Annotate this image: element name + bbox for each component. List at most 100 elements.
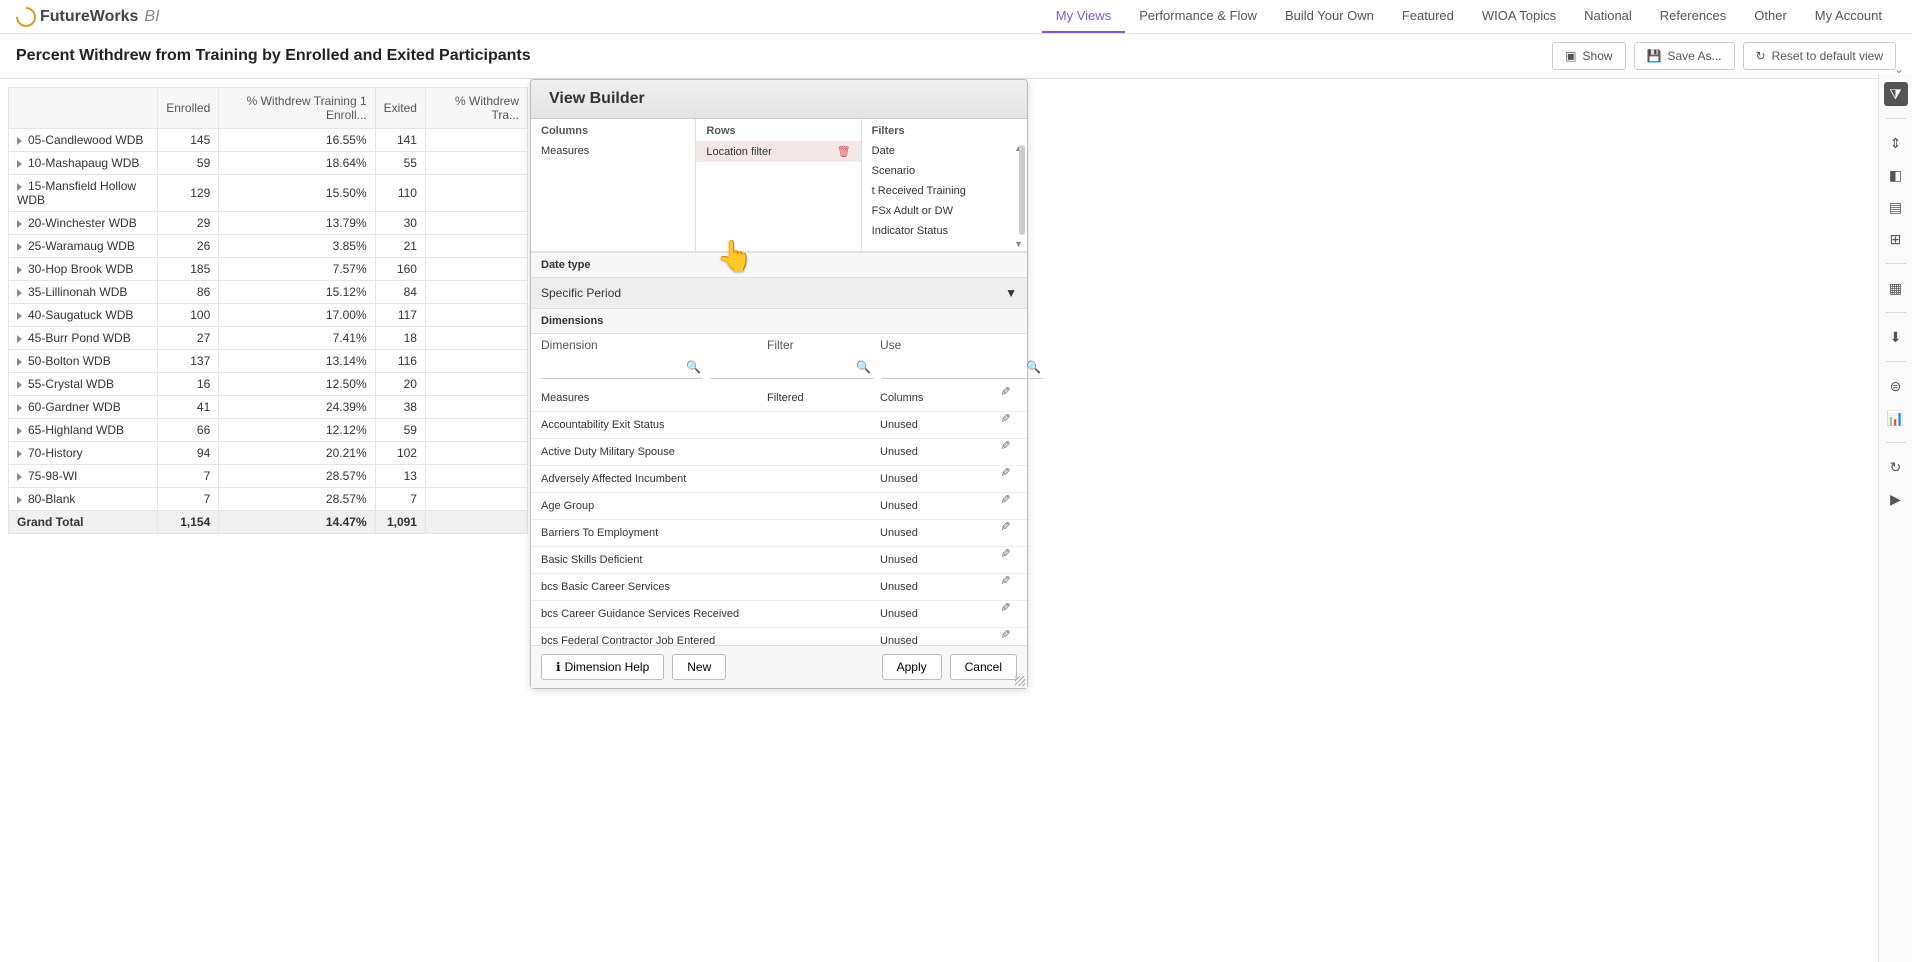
apply-button[interactable]: Apply — [882, 654, 942, 680]
expand-icon[interactable] — [17, 289, 22, 297]
table-row[interactable]: 30-Hop Brook WDB1857.57%160 — [9, 258, 528, 281]
scroll-down-icon[interactable]: ▼ — [1014, 239, 1023, 249]
dimension-row[interactable]: bcs Federal Contractor Job EnteredUnused… — [531, 628, 1027, 645]
table-row[interactable]: 75-98-WI728.57%13 — [9, 465, 528, 488]
cancel-button[interactable]: Cancel — [950, 654, 1017, 680]
filter-funnel-icon[interactable]: ⧩ — [1884, 82, 1908, 106]
edit-icon[interactable]: ✎ — [998, 575, 1012, 599]
filters-list[interactable]: ▲ DateScenariot Received TrainingFSx Adu… — [862, 141, 1027, 251]
collapse-icon[interactable]: ⇕ — [1884, 131, 1908, 155]
edit-icon[interactable]: ✎ — [998, 602, 1012, 626]
column-header[interactable]: % Withdrew Tra... — [425, 88, 527, 129]
chart-table-icon[interactable]: ▦ — [1884, 276, 1908, 300]
filters-item[interactable]: Indicator Status — [862, 221, 1027, 241]
expand-icon[interactable] — [17, 220, 22, 228]
dimension-row[interactable]: bcs Basic Career ServicesUnused✎ — [531, 574, 1027, 601]
table-row[interactable]: 40-Saugatuck WDB10017.00%117 — [9, 304, 528, 327]
reset-button[interactable]: ↻ Reset to default view — [1743, 42, 1896, 70]
edit-icon[interactable]: ✎ — [998, 521, 1012, 545]
table-row[interactable]: 10-Mashapaug WDB5918.64%55 — [9, 152, 528, 175]
expand-icon[interactable] — [17, 381, 22, 389]
edit-icon[interactable]: ✎ — [998, 494, 1012, 518]
edit-icon[interactable]: ✎ — [998, 413, 1012, 437]
expand-icon[interactable] — [17, 473, 22, 481]
play-icon[interactable]: ▶ — [1884, 487, 1908, 511]
column-header[interactable]: Exited — [375, 88, 425, 129]
expand-icon[interactable] — [17, 427, 22, 435]
dimension-search-input[interactable] — [541, 358, 703, 379]
table-row[interactable]: 70-History9420.21%102 — [9, 442, 528, 465]
filters-item[interactable]: FSx Adult or DW — [862, 201, 1027, 221]
rows-item[interactable]: Location filter🗑 — [696, 141, 860, 162]
grid-icon[interactable]: ⊞ — [1884, 227, 1908, 251]
delete-icon[interactable]: 🗑 — [837, 145, 851, 158]
edit-icon[interactable]: ✎ — [998, 386, 1012, 410]
filter-search-input[interactable] — [711, 358, 873, 379]
save-as-button[interactable]: 💾 Save As... — [1634, 42, 1735, 70]
use-search-input[interactable] — [881, 358, 1043, 379]
filters-item[interactable]: t Received Training — [862, 181, 1027, 201]
filters-item[interactable]: Scenario — [862, 161, 1027, 181]
columns-item[interactable]: Measures — [531, 141, 695, 161]
rows-list[interactable]: Location filter🗑 — [696, 141, 860, 251]
dimension-help-button[interactable]: ℹ Dimension Help — [541, 654, 664, 680]
nav-item-references[interactable]: References — [1646, 0, 1740, 33]
table-row[interactable]: 35-Lillinonah WDB8615.12%84 — [9, 281, 528, 304]
column-header[interactable] — [9, 88, 158, 129]
edit-icon[interactable]: ✎ — [998, 548, 1012, 572]
dimension-row[interactable]: bcs Career Guidance Services ReceivedUnu… — [531, 601, 1027, 628]
dimension-row[interactable]: Active Duty Military SpouseUnused✎ — [531, 439, 1027, 466]
table-row[interactable]: 45-Burr Pond WDB277.41%18 — [9, 327, 528, 350]
date-type-select[interactable]: Specific Period ▼ — [531, 278, 1027, 309]
expand-icon[interactable] — [17, 266, 22, 274]
expand-icon[interactable] — [17, 335, 22, 343]
scrollbar[interactable] — [1019, 145, 1025, 235]
new-button[interactable]: New — [672, 654, 726, 680]
dimension-row[interactable]: Barriers To EmploymentUnused✎ — [531, 520, 1027, 547]
nav-item-performance-flow[interactable]: Performance & Flow — [1125, 0, 1271, 33]
expand-icon[interactable] — [17, 358, 22, 366]
edit-icon[interactable]: ✎ — [998, 629, 1012, 645]
toggle-icon[interactable]: ⊜ — [1884, 374, 1908, 398]
nav-item-build-your-own[interactable]: Build Your Own — [1271, 0, 1388, 33]
table-row[interactable]: 15-Mansfield Hollow WDB12915.50%110 — [9, 175, 528, 212]
filters-item[interactable]: Date — [862, 141, 1027, 161]
expand-icon[interactable] — [17, 243, 22, 251]
table-row[interactable]: 05-Candlewood WDB14516.55%141 — [9, 129, 528, 152]
bar-chart-icon[interactable]: 📊 — [1884, 406, 1908, 430]
expand-icon[interactable] — [17, 160, 22, 168]
nav-item-national[interactable]: National — [1570, 0, 1646, 33]
dimension-row[interactable]: Adversely Affected IncumbentUnused✎ — [531, 466, 1027, 493]
table-row[interactable]: 20-Winchester WDB2913.79%30 — [9, 212, 528, 235]
resize-grip-icon[interactable] — [1015, 676, 1025, 686]
nav-item-featured[interactable]: Featured — [1388, 0, 1468, 33]
expand-icon[interactable] — [17, 312, 22, 320]
save-view-icon[interactable]: ▤ — [1884, 195, 1908, 219]
nav-item-my-account[interactable]: My Account — [1801, 0, 1896, 33]
columns-list[interactable]: Measures — [531, 141, 695, 251]
dimensions-rows[interactable]: MeasuresFilteredColumns✎Accountability E… — [531, 385, 1027, 645]
expand-icon[interactable] — [17, 137, 22, 145]
dimension-row[interactable]: Age GroupUnused✎ — [531, 493, 1027, 520]
edit-icon[interactable]: ✎ — [998, 440, 1012, 464]
dimension-row[interactable]: MeasuresFilteredColumns✎ — [531, 385, 1027, 412]
refresh-icon[interactable]: ↻ — [1884, 455, 1908, 479]
nav-item-my-views[interactable]: My Views — [1042, 0, 1125, 33]
dimension-row[interactable]: Accountability Exit StatusUnused✎ — [531, 412, 1027, 439]
table-row[interactable]: 50-Bolton WDB13713.14%116 — [9, 350, 528, 373]
nav-item-other[interactable]: Other — [1740, 0, 1801, 33]
expand-icon[interactable] — [17, 404, 22, 412]
column-header[interactable]: % Withdrew Training 1 Enroll... — [219, 88, 375, 129]
dimension-row[interactable]: Basic Skills DeficientUnused✎ — [531, 547, 1027, 574]
expand-icon[interactable] — [17, 183, 22, 191]
expand-icon[interactable] — [17, 450, 22, 458]
layout-icon[interactable]: ◧ — [1884, 163, 1908, 187]
column-header[interactable]: Enrolled — [158, 88, 219, 129]
table-row[interactable]: 80-Blank728.57%7 — [9, 488, 528, 511]
table-row[interactable]: 65-Highland WDB6612.12%59 — [9, 419, 528, 442]
show-button[interactable]: ▣ Show — [1552, 42, 1625, 70]
expand-icon[interactable] — [17, 496, 22, 504]
table-row[interactable]: 25-Waramaug WDB263.85%21 — [9, 235, 528, 258]
table-row[interactable]: 60-Gardner WDB4124.39%38 — [9, 396, 528, 419]
table-row[interactable]: 55-Crystal WDB1612.50%20 — [9, 373, 528, 396]
